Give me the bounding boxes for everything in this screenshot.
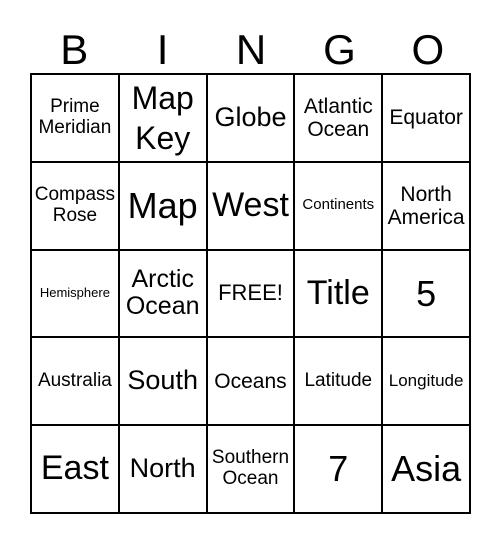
bingo-cell: Map <box>118 161 207 250</box>
bingo-cell: Equator <box>382 74 470 162</box>
header-letter-o: O <box>411 26 445 73</box>
header-letter-b: B <box>60 26 89 73</box>
bingo-cell: Title <box>294 249 383 338</box>
bingo-cell: South <box>118 337 207 426</box>
bingo-cell-free: FREE! <box>206 249 295 338</box>
bingo-grid: Prime Meridian Map Key Globe Atlantic Oc… <box>30 73 471 514</box>
bingo-cell: Atlantic Ocean <box>294 74 383 162</box>
bingo-cell: Hemisphere <box>31 249 119 338</box>
bingo-cell: 5 <box>382 249 470 338</box>
bingo-cell: North <box>118 425 207 513</box>
bingo-cell: Compass Rose <box>31 161 119 250</box>
bingo-cell: Australia <box>31 337 119 426</box>
header-letter-n: N <box>235 26 267 73</box>
bingo-cell: 7 <box>294 425 383 513</box>
bingo-cell: Continents <box>294 161 383 250</box>
bingo-cell: Prime Meridian <box>31 74 119 162</box>
bingo-cell: Oceans <box>206 337 295 426</box>
bingo-header: B I N G O <box>30 24 472 76</box>
bingo-cell: North America <box>382 161 470 250</box>
bingo-cell: Globe <box>206 74 295 162</box>
bingo-cell: Latitude <box>294 337 383 426</box>
bingo-cell: West <box>206 161 295 250</box>
bingo-cell: Asia <box>382 425 470 513</box>
header-letter-i: I <box>156 26 169 73</box>
bingo-cell: Southern Ocean <box>206 425 295 513</box>
bingo-cell: Longitude <box>382 337 470 426</box>
bingo-cell: East <box>31 425 119 513</box>
header-letter-g: G <box>323 26 356 73</box>
bingo-cell: Map Key <box>118 74 207 162</box>
bingo-cell: Arctic Ocean <box>118 249 207 338</box>
